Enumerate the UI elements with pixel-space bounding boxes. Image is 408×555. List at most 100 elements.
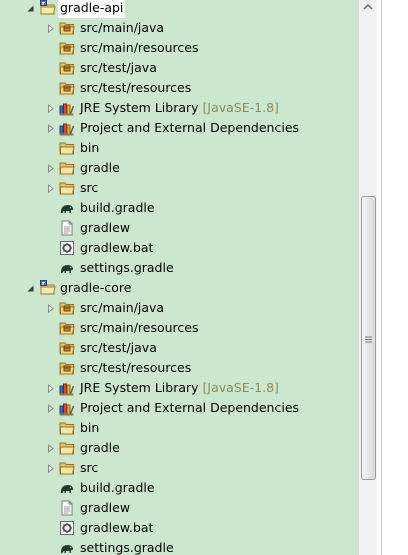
folder-icon <box>59 440 75 456</box>
item-name: gradlew.bat <box>80 520 154 535</box>
package-folder-icon <box>59 20 75 36</box>
collapsed-arrow-icon[interactable] <box>44 458 56 478</box>
tree-item-label: gradlew.bat <box>80 518 153 538</box>
tree-item[interactable]: bin <box>0 418 358 438</box>
tree-item[interactable]: src <box>0 178 358 198</box>
expanded-arrow-icon[interactable] <box>24 278 36 298</box>
item-name: JRE System Library <box>80 100 199 115</box>
tree-item[interactable]: src/test/java <box>0 338 358 358</box>
tree-item[interactable]: Project and External Dependencies <box>0 118 358 138</box>
gradle-elephant-icon <box>59 200 75 216</box>
tree-item[interactable]: src/test/resources <box>0 358 358 378</box>
item-name: src <box>80 180 99 195</box>
tree-item[interactable]: src/test/java <box>0 58 358 78</box>
tree-item[interactable]: gradle <box>0 158 358 178</box>
tree-item-label: src/test/java <box>80 58 157 78</box>
expanded-arrow-icon[interactable] <box>24 0 36 18</box>
tree-item[interactable]: src <box>0 458 358 478</box>
package-folder-icon <box>59 60 75 76</box>
tree-item-label: settings.gradle <box>80 258 174 278</box>
tree-item[interactable]: JRE System Library [JavaSE-1.8] <box>0 98 358 118</box>
item-name: settings.gradle <box>80 260 174 275</box>
tree-item-label: gradle <box>80 158 120 178</box>
collapsed-arrow-icon[interactable] <box>44 18 56 38</box>
collapsed-arrow-icon[interactable] <box>44 118 56 138</box>
collapsed-arrow-icon[interactable] <box>44 158 56 178</box>
view-border <box>377 0 408 555</box>
grip-icon <box>365 331 372 343</box>
tree-item[interactable]: src/test/resources <box>0 78 358 98</box>
tree-item-label: src/main/java <box>80 298 164 318</box>
tree-item[interactable]: settings.gradle <box>0 258 358 278</box>
tree-item[interactable]: src/main/resources <box>0 318 358 338</box>
folder-icon <box>59 160 75 176</box>
item-name: gradlew <box>80 500 131 515</box>
tree-item-label: settings.gradle <box>80 538 174 555</box>
collapsed-arrow-icon[interactable] <box>44 398 56 418</box>
tree-item-label: build.gradle <box>80 198 155 218</box>
package-folder-icon <box>59 80 75 96</box>
tree-item[interactable]: src/main/java <box>0 18 358 38</box>
tree-item[interactable]: gradlew.bat <box>0 518 358 538</box>
item-name: src/test/java <box>80 60 157 75</box>
tree-item-label: JRE System Library [JavaSE-1.8] <box>80 378 279 398</box>
vertical-scrollbar[interactable] <box>358 0 377 555</box>
tree-item-label: bin <box>80 138 99 158</box>
item-name: src/test/java <box>80 340 157 355</box>
tree-item-label: src/test/resources <box>80 78 191 98</box>
package-folder-icon <box>59 300 75 316</box>
jre-version-decoration: [JavaSE-1.8] <box>202 380 279 395</box>
tree-item[interactable]: src/main/resources <box>0 38 358 58</box>
project-explorer-tree: gradle-api src/main/java src/main/resource… <box>0 0 358 555</box>
project-node[interactable]: gradle-api <box>0 0 358 18</box>
text-file-icon <box>59 220 75 236</box>
tree-item[interactable]: build.gradle <box>0 478 358 498</box>
tree-item[interactable]: Project and External Dependencies <box>0 398 358 418</box>
jre-version-decoration: [JavaSE-1.8] <box>202 100 279 115</box>
tree-item[interactable]: settings.gradle <box>0 538 358 555</box>
tree-item[interactable]: src/main/java <box>0 298 358 318</box>
item-name: src/test/resources <box>80 360 192 375</box>
item-name: build.gradle <box>80 200 155 215</box>
scrollbar-thumb[interactable] <box>361 196 376 480</box>
collapsed-arrow-icon[interactable] <box>44 98 56 118</box>
folder-icon <box>59 460 75 476</box>
gradle-elephant-icon <box>59 480 75 496</box>
item-name: bin <box>80 140 100 155</box>
library-icon <box>59 120 75 136</box>
tree-item[interactable]: build.gradle <box>0 198 358 218</box>
gradle-elephant-icon <box>59 540 75 555</box>
item-name: settings.gradle <box>80 540 174 555</box>
collapsed-arrow-icon[interactable] <box>44 378 56 398</box>
batch-file-icon <box>59 240 75 256</box>
tree-item[interactable]: gradle <box>0 438 358 458</box>
tree-item-label: Project and External Dependencies <box>80 398 299 418</box>
project-label: gradle-api <box>58 0 126 18</box>
tree-item-label: src/main/resources <box>80 38 198 58</box>
item-name: bin <box>80 420 100 435</box>
folder-icon <box>59 140 75 156</box>
package-folder-icon <box>59 320 75 336</box>
tree-item[interactable]: gradlew.bat <box>0 238 358 258</box>
project-node[interactable]: gradle-core <box>0 278 358 298</box>
tree-item[interactable]: JRE System Library [JavaSE-1.8] <box>0 378 358 398</box>
tree-item[interactable]: gradlew <box>0 218 358 238</box>
tree-item[interactable]: bin <box>0 138 358 158</box>
batch-file-icon <box>59 520 75 536</box>
item-name: gradlew.bat <box>80 240 154 255</box>
project-label: gradle-core <box>60 280 132 295</box>
item-name: gradlew <box>80 220 131 235</box>
collapsed-arrow-icon[interactable] <box>44 438 56 458</box>
text-file-icon <box>59 500 75 516</box>
tree-item[interactable]: gradlew <box>0 498 358 518</box>
collapsed-arrow-icon[interactable] <box>44 178 56 198</box>
package-folder-icon <box>59 40 75 56</box>
library-icon <box>59 100 75 116</box>
scroll-up-arrow-icon[interactable] <box>361 0 375 14</box>
item-name: Project and External Dependencies <box>80 120 300 135</box>
collapsed-arrow-icon[interactable] <box>44 298 56 318</box>
item-name: gradle <box>80 440 120 455</box>
gradle-elephant-icon <box>59 260 75 276</box>
package-folder-icon <box>59 340 75 356</box>
tree-item-label: src/test/resources <box>80 358 191 378</box>
